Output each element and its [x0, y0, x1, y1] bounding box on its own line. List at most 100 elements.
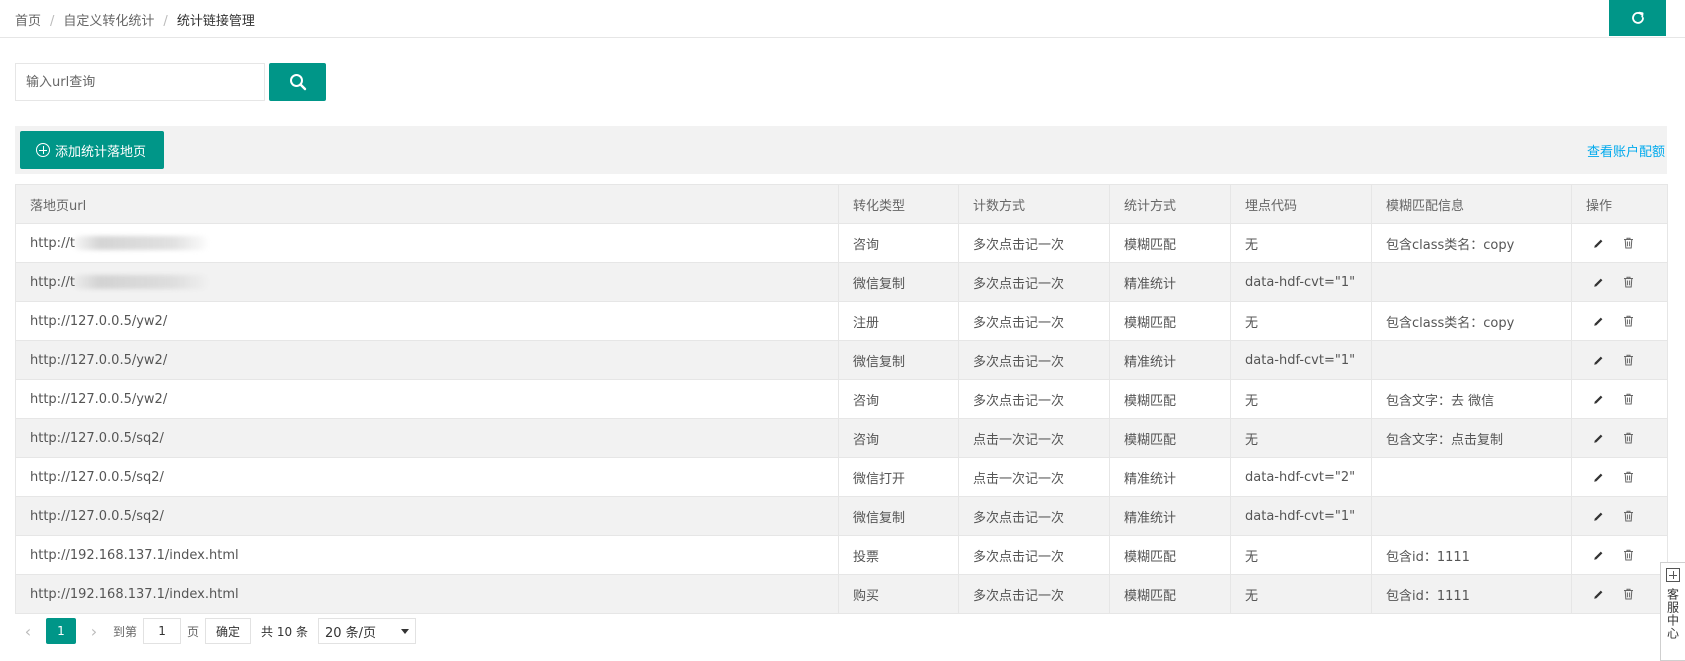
table-row: http://127.0.0.5/yw2/微信复制 多次点击记一次 精准统计 data… — [15, 340, 1668, 380]
edit-button[interactable] — [1591, 509, 1605, 523]
table-row: http://t 微信复制 多次点击记一次 精准统计 data-hdf-cvt="1" — [15, 262, 1668, 302]
url-text: http://127.0.0.5/sq2/ — [30, 430, 164, 446]
customer-service-tab[interactable]: 客服中心 — [1660, 562, 1685, 661]
cell-method: 精准统计 — [1109, 340, 1231, 380]
delete-button[interactable] — [1621, 431, 1635, 445]
pencil-icon — [1593, 316, 1604, 327]
delete-button[interactable] — [1621, 392, 1635, 406]
refresh-button[interactable] — [1609, 0, 1666, 36]
cell-url: http://127.0.0.5/sq2/ — [15, 496, 839, 536]
edit-button[interactable] — [1591, 392, 1605, 406]
search-button[interactable] — [269, 63, 326, 101]
cell-match: 包含id：1111 — [1371, 574, 1572, 614]
plus-circle-icon — [36, 143, 50, 157]
delete-button[interactable] — [1621, 314, 1635, 328]
trash-icon — [1623, 510, 1634, 522]
trash-icon — [1623, 471, 1634, 483]
top-bar: 首页 / 自定义转化统计 / 统计链接管理 — [0, 0, 1685, 38]
trash-icon — [1623, 588, 1634, 600]
column-header-count: 计数方式 — [958, 184, 1110, 224]
cell-type: 微信打开 — [838, 457, 959, 497]
cell-type: 咨询 — [838, 223, 959, 263]
cell-actions — [1571, 379, 1668, 419]
delete-button[interactable] — [1621, 353, 1635, 367]
breadcrumb-conversion[interactable]: 自定义转化统计 — [63, 14, 154, 29]
cell-match: 包含id：1111 — [1371, 535, 1572, 575]
goto-page-input[interactable] — [143, 618, 182, 644]
cell-code: 无 — [1230, 223, 1372, 263]
cell-url: http://192.168.137.1/index.html — [15, 535, 839, 575]
breadcrumb-separator: / — [50, 14, 55, 29]
edit-button[interactable] — [1591, 353, 1605, 367]
trash-icon — [1623, 549, 1634, 561]
cell-url: http://127.0.0.5/yw2/ — [15, 340, 839, 380]
cell-method: 模糊匹配 — [1109, 418, 1231, 458]
column-header-url: 落地页url — [15, 184, 839, 224]
table-row: http://t 咨询 多次点击记一次 模糊匹配无包含class类名：copy — [15, 223, 1668, 263]
cell-code: 无 — [1230, 379, 1372, 419]
cell-method: 模糊匹配 — [1109, 379, 1231, 419]
page-unit-label: 页 — [187, 624, 200, 639]
add-landing-page-button[interactable]: 添加统计落地页 — [20, 131, 165, 169]
url-text: http://192.168.137.1/index.html — [30, 547, 239, 563]
cell-type: 咨询 — [838, 379, 959, 419]
cell-url: http://t — [15, 262, 839, 302]
pagination: ‹ 1 › 到第 页 确定 共 10 条 20 条/页 — [15, 614, 416, 648]
cell-count: 点击一次记一次 — [958, 418, 1110, 458]
delete-button[interactable] — [1621, 587, 1635, 601]
search-icon — [289, 74, 306, 91]
cell-code: 无 — [1230, 535, 1372, 575]
pencil-icon — [1593, 394, 1604, 405]
cell-count: 多次点击记一次 — [958, 301, 1110, 341]
page-number-1[interactable]: 1 — [46, 618, 76, 644]
delete-button[interactable] — [1621, 548, 1635, 562]
cell-match — [1371, 457, 1572, 497]
cell-code: data-hdf-cvt="1" — [1230, 496, 1372, 536]
url-search-input[interactable] — [15, 63, 265, 101]
cell-count: 多次点击记一次 — [958, 574, 1110, 614]
edit-button[interactable] — [1591, 470, 1605, 484]
breadcrumb: 首页 / 自定义转化统计 / 统计链接管理 — [15, 10, 255, 29]
cell-type: 注册 — [838, 301, 959, 341]
next-page-button[interactable]: › — [81, 622, 107, 641]
delete-button[interactable] — [1621, 275, 1635, 289]
trash-icon — [1623, 354, 1634, 366]
cell-match — [1371, 496, 1572, 536]
prev-page-button[interactable]: ‹ — [15, 622, 41, 641]
cell-match: 包含class类名：copy — [1371, 223, 1572, 263]
cell-actions — [1571, 496, 1668, 536]
redacted-url-blur — [72, 275, 208, 289]
goto-confirm-button[interactable]: 确定 — [205, 618, 252, 644]
caret-down-icon — [400, 628, 409, 634]
cell-type: 咨询 — [838, 418, 959, 458]
edit-button[interactable] — [1591, 431, 1605, 445]
cell-count: 多次点击记一次 — [958, 262, 1110, 302]
plus-square-icon — [1666, 568, 1680, 582]
breadcrumb-home[interactable]: 首页 — [15, 14, 41, 29]
cell-method: 模糊匹配 — [1109, 223, 1231, 263]
url-text: http://t — [30, 274, 75, 290]
cell-url: http://192.168.137.1/index.html — [15, 574, 839, 614]
delete-button[interactable] — [1621, 509, 1635, 523]
table-row: http://127.0.0.5/yw2/注册 多次点击记一次 模糊匹配无包含cla… — [15, 301, 1668, 341]
url-text: http://127.0.0.5/sq2/ — [30, 469, 164, 485]
edit-button[interactable] — [1591, 587, 1605, 601]
page-size-select[interactable]: 20 条/页 — [317, 618, 416, 644]
trash-icon — [1623, 276, 1634, 288]
view-quota-link[interactable]: 查看账户配额 — [1587, 141, 1665, 160]
table-row: http://127.0.0.5/sq2/咨询 点击一次记一次 模糊匹配无包含文字：… — [15, 418, 1668, 458]
edit-button[interactable] — [1591, 548, 1605, 562]
edit-button[interactable] — [1591, 236, 1605, 250]
delete-button[interactable] — [1621, 470, 1635, 484]
cell-url: http://127.0.0.5/sq2/ — [15, 418, 839, 458]
edit-button[interactable] — [1591, 314, 1605, 328]
pencil-icon — [1593, 355, 1604, 366]
pencil-icon — [1593, 511, 1604, 522]
add-landing-page-label: 添加统计落地页 — [55, 144, 147, 160]
cell-count: 多次点击记一次 — [958, 496, 1110, 536]
cell-code: 无 — [1230, 574, 1372, 614]
cell-type: 购买 — [838, 574, 959, 614]
edit-button[interactable] — [1591, 275, 1605, 289]
cell-count: 点击一次记一次 — [958, 457, 1110, 497]
delete-button[interactable] — [1621, 236, 1635, 250]
